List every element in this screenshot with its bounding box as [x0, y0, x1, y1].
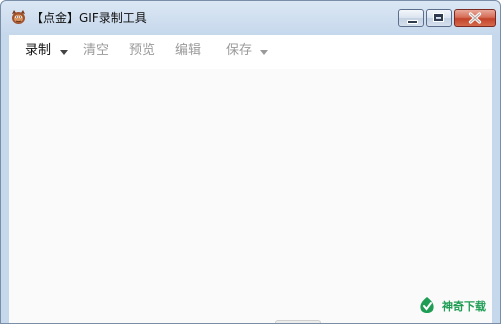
client-area: 录制 清空 预览 编辑 保存 神奇下载 — [9, 35, 492, 323]
resize-handle[interactable] — [275, 320, 321, 323]
window-title: 【点金】GIF录制工具 — [31, 11, 147, 25]
shenqi-logo — [420, 297, 434, 313]
clear-button[interactable]: 清空 — [83, 42, 109, 60]
recording-canvas[interactable] — [9, 69, 492, 323]
record-button[interactable]: 录制 — [25, 42, 51, 60]
maximize-button[interactable] — [426, 9, 452, 27]
minimize-icon — [407, 20, 418, 24]
save-button[interactable]: 保存 — [226, 42, 252, 60]
watermark-text: 神奇下载 — [442, 300, 486, 313]
record-dropdown-arrow-icon[interactable] — [60, 50, 68, 55]
save-dropdown-arrow-icon[interactable] — [260, 50, 268, 55]
watermark: 神奇下载 — [416, 291, 486, 321]
edit-button[interactable]: 编辑 — [175, 42, 201, 60]
window-controls — [398, 9, 496, 27]
preview-button[interactable]: 预览 — [129, 42, 155, 60]
title-bar[interactable]: 【点金】GIF录制工具 — [1, 1, 500, 35]
app-window: 【点金】GIF录制工具 录制 清空 预览 编辑 保存 神奇下载 — [0, 0, 501, 324]
goblin-app-icon — [12, 10, 25, 24]
maximize-icon — [433, 13, 444, 22]
toolbar: 录制 清空 预览 编辑 保存 — [9, 35, 492, 69]
close-button[interactable] — [454, 9, 496, 27]
close-icon — [468, 12, 482, 24]
minimize-button[interactable] — [398, 9, 424, 27]
